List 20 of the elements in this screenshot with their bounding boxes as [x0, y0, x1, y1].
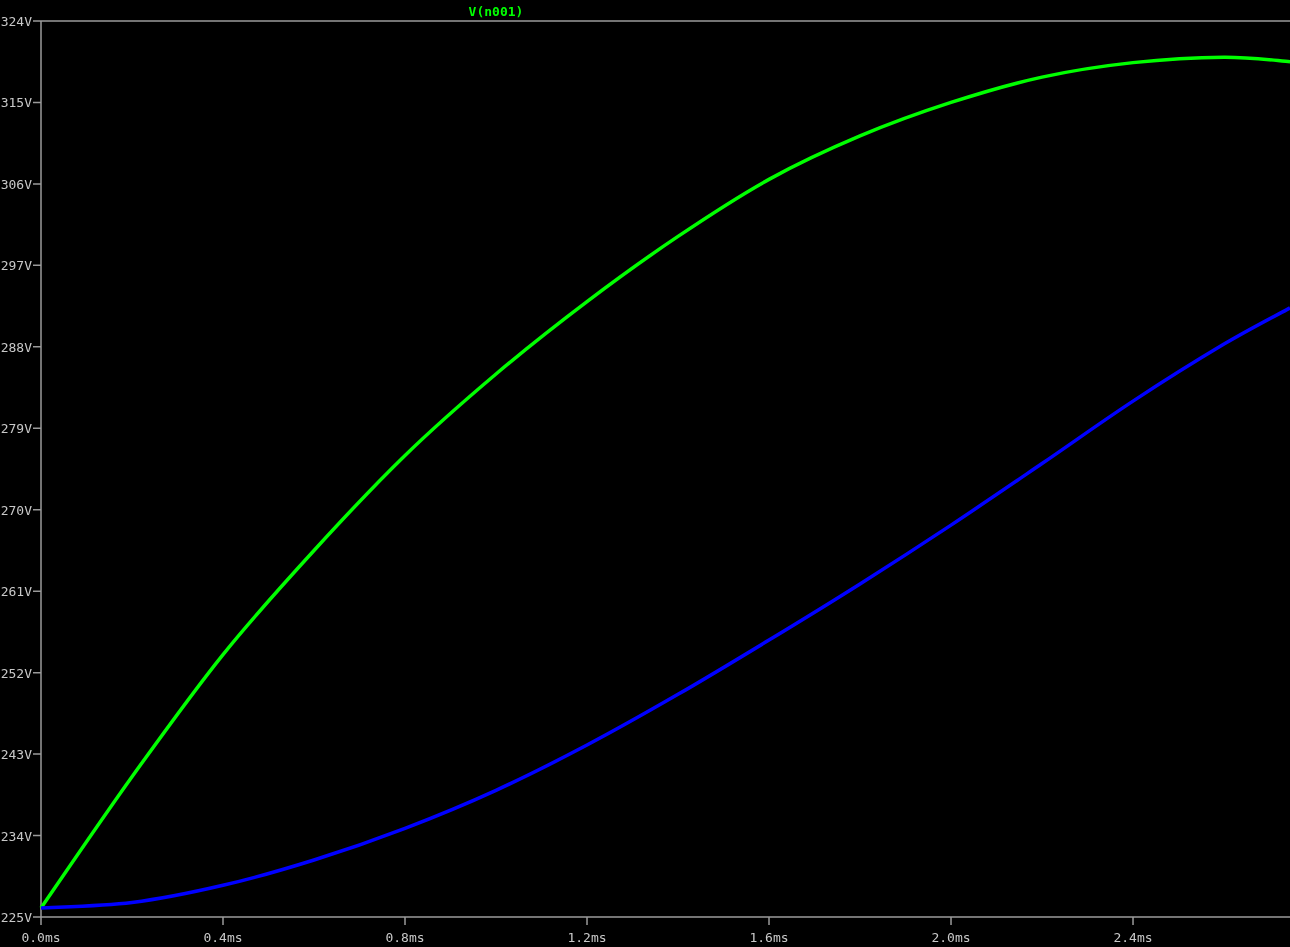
axis-label: 2.4ms	[1113, 930, 1153, 945]
axis-label: 324V	[0, 14, 32, 29]
axis-label: 279V	[0, 421, 32, 437]
axis-label: 261V	[0, 584, 32, 600]
axis-label: 1.6ms	[749, 930, 789, 945]
axis-label: 0.8ms	[385, 930, 425, 945]
legend-label: V(n001)	[468, 4, 524, 19]
axis-label: 306V	[0, 176, 32, 192]
axis-label: 297V	[0, 258, 32, 274]
axis-label: 243V	[0, 747, 32, 763]
axis-label: 2.0ms	[931, 930, 971, 945]
axis-label: 288V	[0, 339, 32, 355]
axis-label: 0.4ms	[203, 930, 243, 945]
axis-label: 225V	[0, 910, 32, 925]
axis-label: 315V	[0, 95, 32, 111]
axis-label: 0.0ms	[21, 930, 61, 945]
axis-label: 1.2ms	[567, 930, 607, 945]
axis-label: 270V	[0, 502, 32, 518]
axis-label: 234V	[0, 828, 32, 844]
axis-label: 252V	[0, 665, 32, 681]
